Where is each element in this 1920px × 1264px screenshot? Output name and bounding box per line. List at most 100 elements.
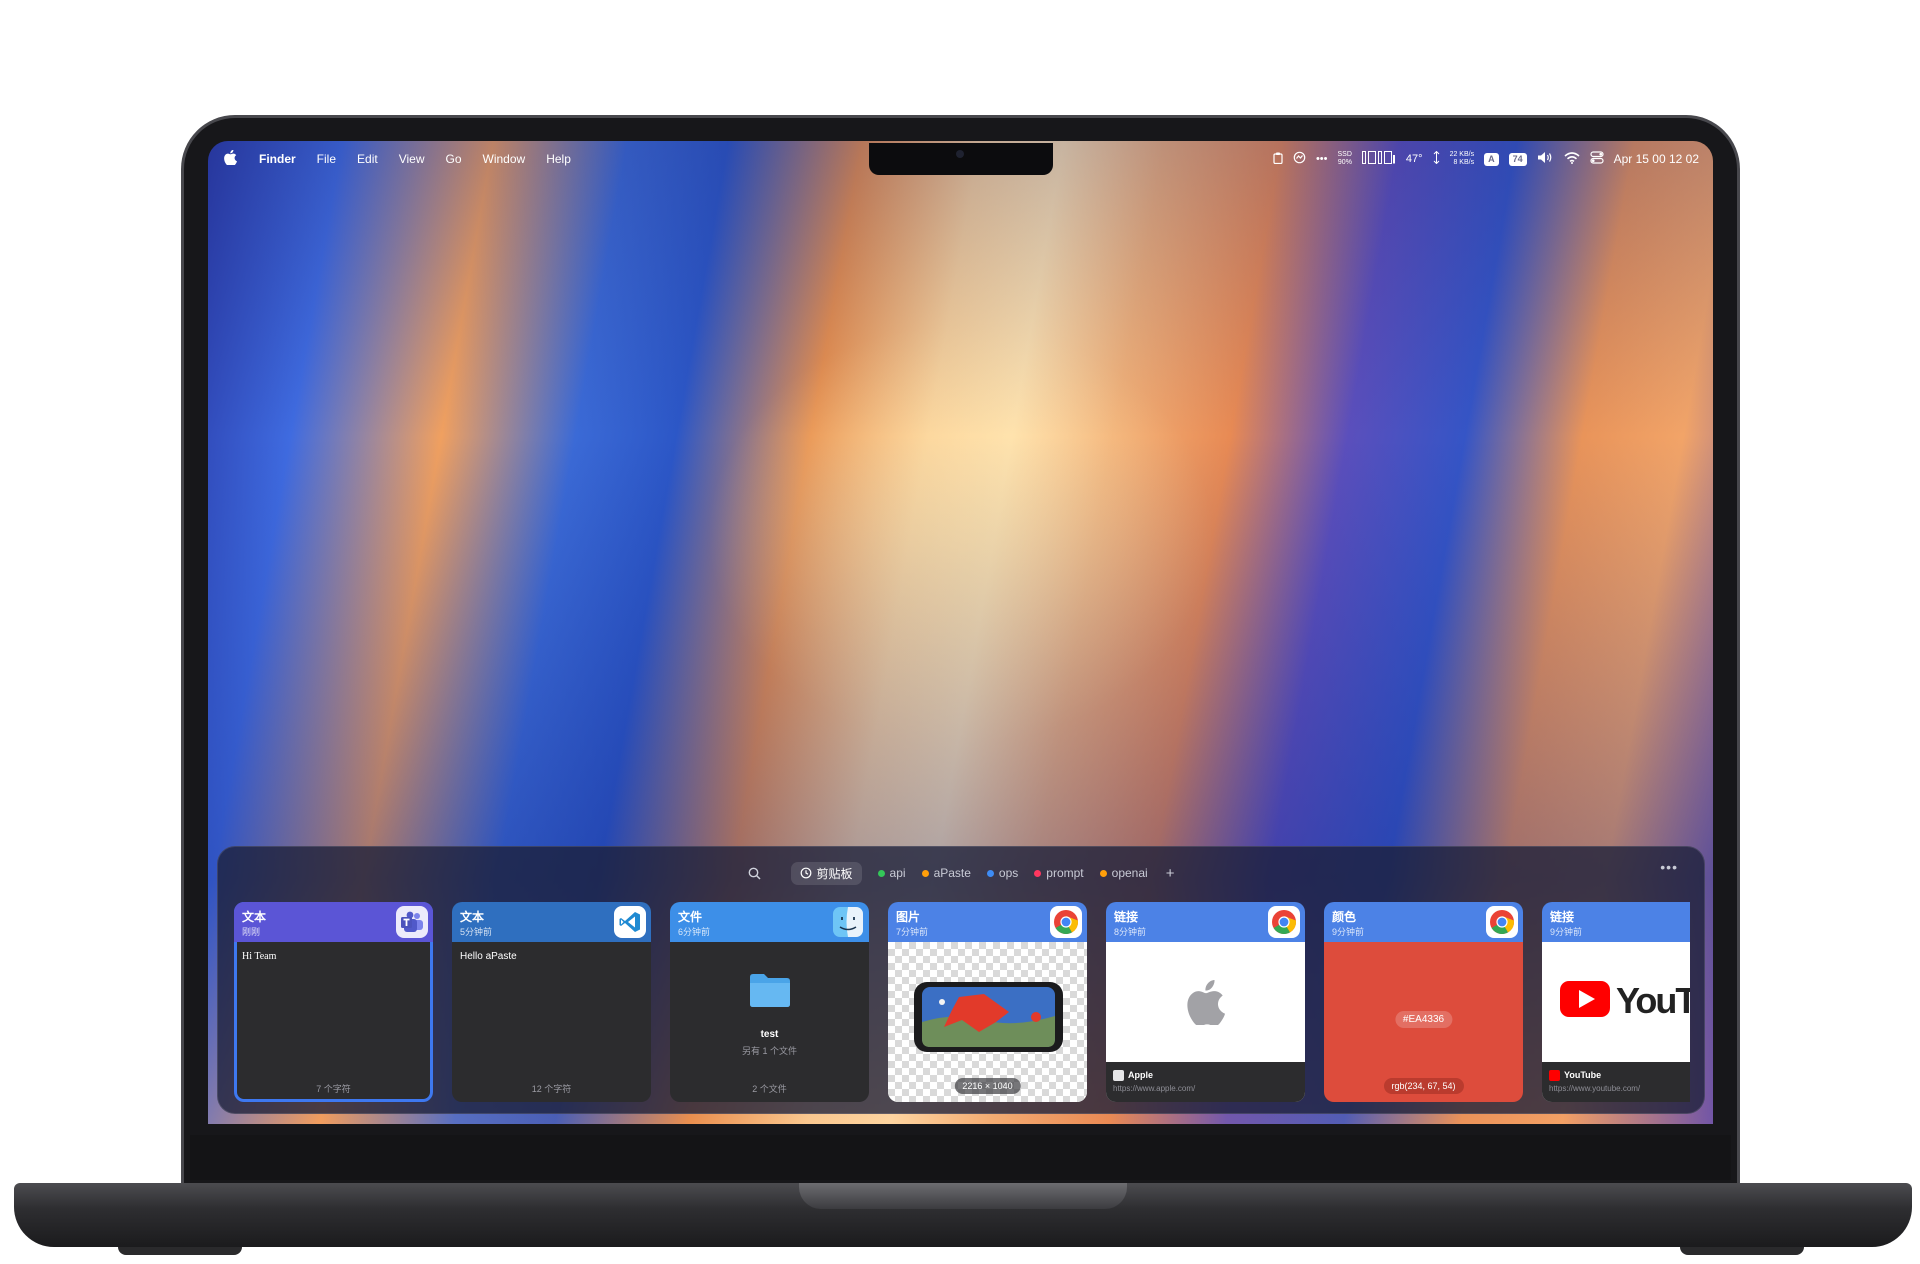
card-footer: 7 个字符 [316,1084,351,1094]
battery-indicator[interactable]: 74 [1508,152,1527,166]
clipboard-cards: 文本 刚刚 Hi Team 7 个字符 文本 5分钟前 Hello aPaste… [234,902,1690,1102]
tag-dot-icon [1034,869,1042,877]
tab-label: 剪贴板 [816,866,853,881]
youtube-preview-text: YouTub [1616,980,1690,1021]
tab-ops[interactable]: ops [986,866,1019,880]
temperature-stat[interactable]: 47° [1406,153,1423,165]
network-arrows-icon [1433,150,1440,167]
more-status-icon[interactable]: ••• [1316,153,1328,165]
card-header: 链接 9分钟前 [1542,902,1690,942]
image-preview [914,982,1063,1052]
input-source-indicator[interactable]: A [1484,152,1499,166]
youtube-logo-icon [1560,981,1610,1022]
card-header: 文本 刚刚 [234,902,433,942]
menu-go[interactable]: Go [446,152,462,166]
wifi-icon[interactable] [1564,151,1580,167]
tab-openai[interactable]: openai [1099,866,1148,880]
menu-edit[interactable]: Edit [357,152,378,166]
card-type: 文本 [460,910,485,924]
menu-window[interactable]: Window [483,152,526,166]
color-hex: #EA4336 [1394,1011,1453,1028]
card-time: 9分钟前 [1550,927,1583,937]
vscode-icon [614,906,646,938]
chrome-icon [1268,906,1300,938]
card-content: Hi Team [242,951,277,962]
search-icon[interactable] [748,867,761,880]
volume-icon[interactable] [1537,151,1554,167]
apple-logo-icon [1187,979,1225,1030]
clipboard-card-color[interactable]: 颜色 9分钟前 #EA4336 rgb(234, 67, 54) [1324,902,1523,1102]
disk-usage-stat[interactable]: SSD 90% [1338,151,1352,167]
card-time: 8分钟前 [1114,927,1147,937]
tag-dot-icon [1099,869,1107,877]
control-center-icon[interactable] [1589,151,1604,167]
clipboard-card-link[interactable]: 链接 9分钟前 YouTub YouTube https://www.youtu… [1542,902,1690,1102]
card-content: Hello aPaste [460,951,517,962]
card-type: 链接 [1114,910,1139,924]
clipboard-status-icon[interactable] [1273,152,1283,167]
menu-help[interactable]: Help [546,152,571,166]
clipboard-card-image[interactable]: 图片 7分钟前 2216 × 1040 [888,902,1087,1102]
file-name: test [760,1029,779,1040]
clipboard-tab-bar: 剪贴板 api aPaste ops prompt openai + [218,861,1704,885]
link-title: YouTube [1564,1070,1602,1080]
card-footer: 2 个文件 [752,1084,787,1094]
laptop-frame: Finder File Edit View Go Window Help •••… [0,0,1920,1264]
favicon-icon [1113,1070,1124,1081]
clipboard-card-file[interactable]: 文件 6分钟前 test 另有 1 个文件 2 个文件 [670,902,869,1102]
color-rgb: rgb(234, 67, 54) [1383,1078,1464,1094]
card-time: 5分钟前 [460,927,493,937]
apple-menu-icon[interactable] [224,149,237,169]
history-icon [800,867,811,879]
link-title: Apple [1128,1070,1154,1080]
tab-clipboard[interactable]: 剪贴板 [790,861,862,885]
tab-label: prompt [1046,866,1084,880]
clipboard-card-text[interactable]: 文本 5分钟前 Hello aPaste 12 个字符 [452,902,651,1102]
finder-icon [832,906,864,938]
clipboard-card-text[interactable]: 文本 刚刚 Hi Team 7 个字符 [234,902,433,1102]
laptop-foot [118,1247,242,1255]
link-url: https://www.youtube.com/ [1549,1084,1641,1093]
card-time: 9分钟前 [1332,927,1365,937]
card-type: 链接 [1550,910,1575,924]
tab-prompt[interactable]: prompt [1034,866,1084,880]
tag-dot-icon [986,869,994,877]
card-type: 文本 [242,910,267,924]
card-header: 图片 7分钟前 [888,902,1087,942]
youtube-favicon-icon [1549,1070,1560,1081]
tab-apaste[interactable]: aPaste [921,866,971,880]
network-speed-stat[interactable]: 22 KB/s 8 KB/s [1450,151,1475,167]
card-type: 图片 [896,910,921,924]
sync-status-icon[interactable] [1293,151,1306,167]
camera-icon [956,150,964,158]
camera-notch [869,143,1053,175]
tab-label: aPaste [933,866,971,880]
menu-view[interactable]: View [399,152,425,166]
clipboard-card-link[interactable]: 链接 8分钟前 Apple https://www.apple.com/ [1106,902,1305,1102]
color-swatch: #EA4336 rgb(234, 67, 54) [1324,942,1523,1102]
menu-app-name[interactable]: Finder [259,152,296,166]
more-options-icon[interactable]: ••• [1660,859,1678,875]
card-type: 文件 [678,910,703,924]
cpu-graph-icon[interactable] [1361,151,1396,167]
link-url: https://www.apple.com/ [1113,1084,1196,1093]
chrome-icon [1486,906,1518,938]
clipboard-panel: 剪贴板 api aPaste ops prompt openai + ••• 文… [217,846,1705,1114]
tab-label: ops [998,866,1019,880]
card-header: 文本 5分钟前 [452,902,651,942]
card-time: 刚刚 [242,927,261,937]
tag-dot-icon [921,869,929,877]
menu-file[interactable]: File [317,152,336,166]
image-dimensions: 2216 × 1040 [954,1078,1021,1094]
tab-api[interactable]: api [877,866,906,880]
chrome-icon [1050,906,1082,938]
teams-icon [396,906,428,938]
card-type: 颜色 [1332,910,1357,924]
card-time: 7分钟前 [896,927,929,937]
folder-icon [748,972,792,1013]
tab-label: api [889,866,906,880]
screen-bezel-bottom [190,1135,1731,1180]
laptop-foot [1680,1247,1804,1255]
add-tab-icon[interactable]: + [1166,865,1175,882]
menu-clock[interactable]: Apr 15 00 12 02 [1614,152,1699,166]
